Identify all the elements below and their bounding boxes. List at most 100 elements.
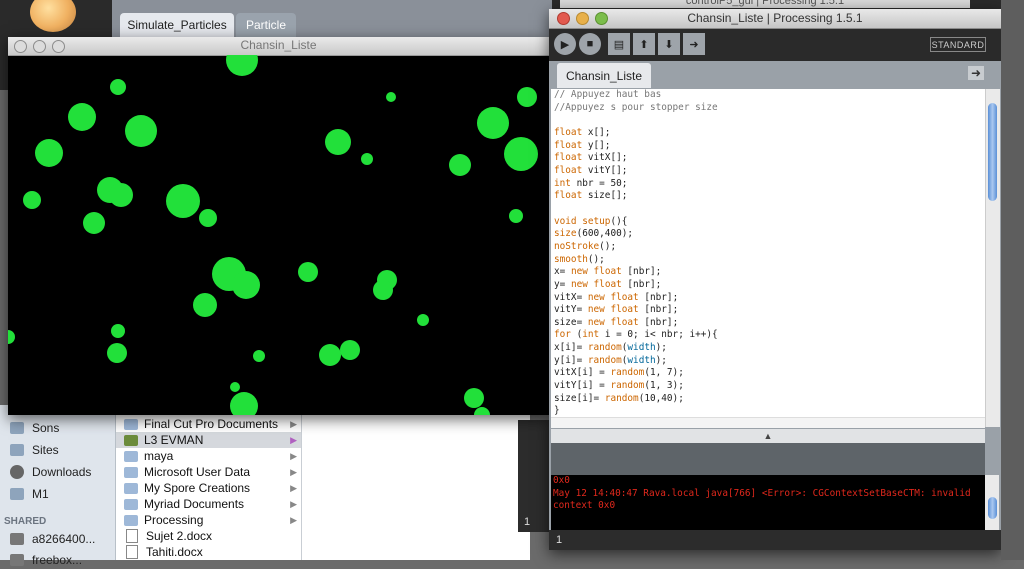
disclosure-arrow-icon: ▶ — [290, 514, 297, 525]
list-item-label: Microsoft User Data — [144, 465, 251, 479]
sidebar-item-label: Downloads — [32, 465, 92, 479]
particle — [373, 280, 393, 300]
sidebar-item-shared-2[interactable]: freebox... — [10, 551, 82, 569]
stop-icon: ■ — [586, 38, 594, 50]
editor-status-bar — [549, 530, 1001, 550]
sidebar-item-label: Sons — [32, 421, 60, 435]
disclosure-arrow-icon: ▶ — [290, 450, 297, 461]
tab-simulate-particles[interactable]: Simulate_Particles — [120, 13, 234, 37]
particle — [193, 293, 217, 317]
mode-selector[interactable]: STANDARD — [930, 37, 986, 52]
folder-icon — [124, 498, 138, 510]
console-scroll-thumb[interactable] — [988, 497, 997, 519]
line-number: 1 — [556, 534, 563, 546]
new-button[interactable]: ▤ — [608, 33, 630, 55]
disclosure-arrow-icon: ▶ — [290, 434, 297, 445]
folder-icon — [10, 422, 24, 434]
document-icon — [126, 529, 138, 543]
folder-icon — [10, 444, 24, 456]
open-icon: ⬆ — [639, 38, 649, 51]
sidebar-item-shared-1[interactable]: a8266400... — [10, 530, 95, 548]
tab-chansin-liste[interactable]: Chansin_Liste — [557, 63, 651, 88]
list-item[interactable]: Sujet 2.docx — [116, 528, 301, 544]
list-item-label: Final Cut Pro Documents — [144, 417, 279, 431]
particle — [474, 407, 490, 415]
code-text[interactable]: // Appuyez haut bas //Appuyez s pour sto… — [551, 89, 985, 417]
list-item[interactable]: Myriad Documents ▶ — [116, 496, 301, 512]
list-item[interactable]: L3 EVMAN ▶ — [116, 432, 301, 448]
particle — [319, 344, 341, 366]
sidebar-item-label: freebox... — [32, 553, 83, 567]
save-button[interactable]: ⬇ — [658, 33, 680, 55]
particle — [111, 324, 125, 338]
list-item-label: Processing — [144, 513, 204, 527]
particle — [68, 103, 96, 131]
particle — [386, 92, 396, 102]
computer-icon — [10, 554, 24, 566]
code-editor[interactable]: // Appuyez haut bas //Appuyez s pour sto… — [551, 89, 985, 417]
list-item[interactable]: Final Cut Pro Documents ▶ — [116, 416, 301, 432]
disclosure-arrow-icon: ▶ — [290, 466, 297, 477]
console-text: 0x0 May 12 14:40:47 Rava.local java[766]… — [553, 475, 971, 511]
chevron-up-icon: ▲ — [763, 431, 773, 441]
run-icon: ▶ — [560, 38, 570, 51]
sidebar-section-shared: SHARED — [4, 516, 47, 527]
folder-icon — [124, 418, 138, 430]
export-icon: ➜ — [689, 38, 699, 51]
list-item-label: Myriad Documents — [144, 497, 245, 511]
editor-window-title: Chansin_Liste | Processing 1.5.1 — [687, 11, 863, 25]
export-button[interactable]: ➜ — [683, 33, 705, 55]
save-icon: ⬇ — [664, 38, 674, 51]
document-icon — [126, 545, 138, 559]
desktop-edge — [1001, 0, 1024, 560]
particle — [166, 184, 200, 218]
disclosure-arrow-icon: ▶ — [290, 418, 297, 429]
background-window-title: controlP5_gui | Processing 1.5.1 — [560, 0, 970, 8]
list-item[interactable]: Microsoft User Data ▶ — [116, 464, 301, 480]
disclosure-arrow-icon: ▶ — [290, 482, 297, 493]
particle — [125, 115, 157, 147]
run-button[interactable]: ▶ — [554, 33, 576, 55]
particle — [449, 154, 471, 176]
list-item-label: Sujet 2.docx — [146, 529, 213, 543]
list-item[interactable]: Processing ▶ — [116, 512, 301, 528]
sketch-canvas[interactable] — [8, 55, 549, 415]
tab-menu-arrow-icon[interactable]: ➜ — [968, 66, 984, 80]
sidebar-item-downloads[interactable]: Downloads — [10, 463, 91, 481]
console[interactable]: 0x0 May 12 14:40:47 Rava.local java[766]… — [551, 475, 985, 530]
console-divider[interactable]: ▲ — [551, 429, 985, 443]
computer-icon — [10, 533, 24, 545]
folder-icon — [124, 514, 138, 526]
code-hscrollbar[interactable] — [551, 417, 985, 428]
code-scroll-thumb[interactable] — [988, 103, 997, 201]
particle — [464, 388, 484, 408]
sidebar-item-m1[interactable]: M1 — [10, 485, 49, 503]
particle — [230, 392, 258, 415]
particle — [109, 183, 133, 207]
list-item[interactable]: My Spore Creations ▶ — [116, 480, 301, 496]
folder-icon — [10, 488, 24, 500]
open-button[interactable]: ⬆ — [633, 33, 655, 55]
stop-button[interactable]: ■ — [579, 33, 601, 55]
folder-icon — [124, 482, 138, 494]
message-area — [551, 443, 985, 475]
particle — [199, 209, 217, 227]
download-icon — [10, 465, 24, 479]
particle — [83, 212, 105, 234]
sidebar-item-sons[interactable]: Sons — [10, 419, 59, 437]
particle — [517, 87, 537, 107]
tab-particle[interactable]: Particle — [236, 13, 296, 37]
background-editor-strip — [518, 420, 550, 532]
particle — [232, 271, 260, 299]
finder-column-empty — [302, 405, 530, 560]
list-item[interactable]: Tahiti.docx — [116, 544, 301, 560]
list-item[interactable]: maya ▶ — [116, 448, 301, 464]
list-item-label: L3 EVMAN — [144, 433, 204, 447]
background-line-number: 1 — [524, 516, 531, 528]
particle — [298, 262, 318, 282]
particle — [477, 107, 509, 139]
particle — [107, 343, 127, 363]
sidebar-item-sites[interactable]: Sites — [10, 441, 59, 459]
sidebar-item-label: a8266400... — [32, 532, 96, 546]
particle — [23, 191, 41, 209]
